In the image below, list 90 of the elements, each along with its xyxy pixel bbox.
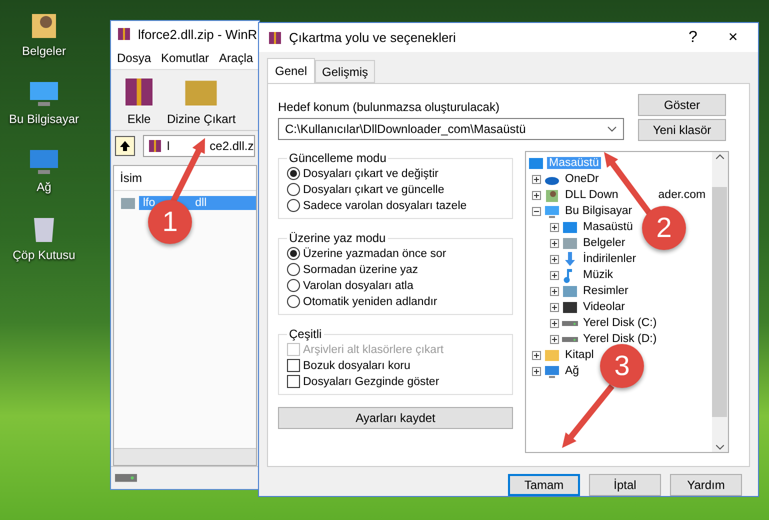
tree-item[interactable]: OneDr xyxy=(563,173,601,186)
vertical-scrollbar[interactable] xyxy=(712,152,728,452)
plus-icon[interactable] xyxy=(550,222,559,232)
library-icon xyxy=(544,347,560,364)
download-icon xyxy=(562,251,578,268)
desktop-icon-label[interactable]: Belgeler xyxy=(22,44,66,58)
video-icon xyxy=(562,299,578,316)
dialog-button[interactable]: Göster xyxy=(638,94,726,116)
radio-button[interactable] xyxy=(287,247,300,260)
tree-item[interactable]: Videolar xyxy=(581,301,627,314)
tree-item[interactable]: Bu Bilgisayar xyxy=(563,205,634,218)
user-icon xyxy=(544,187,560,204)
option-label: Varolan dosyaları atla xyxy=(303,280,414,292)
option-label: Sadece varolan dosyaları tazele xyxy=(303,200,467,212)
tree-item[interactable]: Yerel Disk (C:) xyxy=(581,317,659,330)
radio-button[interactable] xyxy=(287,295,300,308)
radio-button[interactable] xyxy=(287,263,300,276)
desktop-icon-label[interactable]: Ağ xyxy=(36,180,52,194)
radio-button[interactable] xyxy=(287,167,300,180)
horizontal-scrollbar[interactable] xyxy=(114,448,256,465)
radio-button[interactable] xyxy=(287,199,300,212)
network-icon xyxy=(544,363,560,380)
plus-icon[interactable] xyxy=(532,350,541,360)
plus-icon[interactable] xyxy=(550,270,559,280)
radio-button[interactable] xyxy=(287,183,300,196)
tree-item[interactable]: Resimler xyxy=(581,285,630,298)
dialog-button[interactable]: İptal xyxy=(589,474,661,496)
menu-item[interactable]: Dosya xyxy=(117,51,152,65)
desktop-icon-label[interactable]: Çöp Kutusu xyxy=(12,248,76,262)
computer-icon xyxy=(544,203,560,220)
option-label: Dosyaları çıkart ve değiştir xyxy=(303,168,438,180)
picture-icon xyxy=(562,283,578,300)
group-title: Üzerine yaz modu xyxy=(288,231,387,246)
plus-icon[interactable] xyxy=(550,238,559,248)
minus-icon[interactable] xyxy=(532,206,541,216)
toolbar-button[interactable]: Dizine Çıkart xyxy=(167,112,236,126)
dialog-title: Çıkartma yolu ve seçenekleri xyxy=(289,30,457,46)
destination-field[interactable]: C:\Kullanıcılar\DllDownloader_com\Masaüstü xyxy=(278,118,624,140)
dialog-button[interactable]: Tamam xyxy=(508,474,580,496)
desktop-icon-label[interactable]: Bu Bilgisayar xyxy=(8,112,80,126)
tree-item[interactable]: İndirilenler xyxy=(581,253,638,266)
column-header[interactable]: İsim xyxy=(114,166,256,191)
field-label: Hedef konum (bulunmazsa oluşturulacak) xyxy=(278,100,500,114)
plus-icon[interactable] xyxy=(532,366,541,376)
help-button[interactable]: ? xyxy=(676,28,710,47)
callout-arrow xyxy=(562,384,614,448)
checkbox[interactable] xyxy=(287,375,300,388)
dialog-button[interactable]: Yardım xyxy=(670,474,742,496)
tree-item[interactable]: Kitapl xyxy=(563,349,596,362)
scroll-down-icon[interactable] xyxy=(716,445,724,450)
tree-item[interactable]: Müzik xyxy=(581,269,616,282)
tab[interactable]: Gelişmiş xyxy=(315,60,376,84)
plus-icon[interactable] xyxy=(532,190,541,200)
option-label: Üzerine yazmadan önce sor xyxy=(303,248,446,260)
desktop-icon xyxy=(562,219,578,236)
toolbar-button[interactable]: Ekle xyxy=(127,112,151,126)
scroll-up-icon[interactable] xyxy=(716,154,724,160)
group-title: Çeşitli xyxy=(288,327,323,342)
option-label: Bozuk dosyaları koru xyxy=(303,360,410,372)
option-label: Otomatik yeniden adlandır xyxy=(303,296,438,308)
dialog-button[interactable]: Yeni klasör xyxy=(638,119,726,142)
plus-icon[interactable] xyxy=(550,302,559,312)
address-field[interactable]: l ce2.dll.z xyxy=(143,135,255,157)
tab[interactable]: Genel xyxy=(267,58,316,84)
plus-icon[interactable] xyxy=(550,254,559,264)
plus-icon[interactable] xyxy=(550,334,559,344)
tree-item[interactable]: Yerel Disk (D:) xyxy=(581,333,659,346)
tree-item[interactable]: Belgeler xyxy=(581,237,628,250)
plus-icon[interactable] xyxy=(532,174,541,184)
close-button[interactable]: × xyxy=(716,28,750,47)
desktop-icon xyxy=(528,155,544,172)
radio-button[interactable] xyxy=(287,279,300,292)
tree-item[interactable]: Masaüstü xyxy=(581,221,635,234)
tree-item[interactable]: Ağ xyxy=(563,365,582,378)
save-settings-button[interactable]: Ayarları kaydet xyxy=(278,407,513,430)
caret-icon xyxy=(607,126,617,132)
tree-item[interactable]: DLL Down xyxy=(563,189,620,202)
window-title: lforce2.dll.zip - WinR xyxy=(138,26,258,42)
option-label: Dosyaları Gezginde göster xyxy=(303,376,440,388)
menu-item[interactable]: Araçla xyxy=(219,51,254,65)
menu-item[interactable]: Komutlar xyxy=(161,51,210,65)
checkbox[interactable] xyxy=(287,359,300,372)
option-label: Sormadan üzerine yaz xyxy=(303,264,418,276)
option-label: Dosyaları çıkart ve güncelle xyxy=(303,184,444,196)
plus-icon[interactable] xyxy=(550,318,559,328)
plus-icon[interactable] xyxy=(550,286,559,296)
file-name: dll xyxy=(195,197,207,209)
option-label: Arşivleri alt klasörlere çıkart xyxy=(303,344,444,356)
group-title: Güncelleme modu xyxy=(288,151,388,166)
tree-item[interactable]: ader.com xyxy=(656,189,708,202)
